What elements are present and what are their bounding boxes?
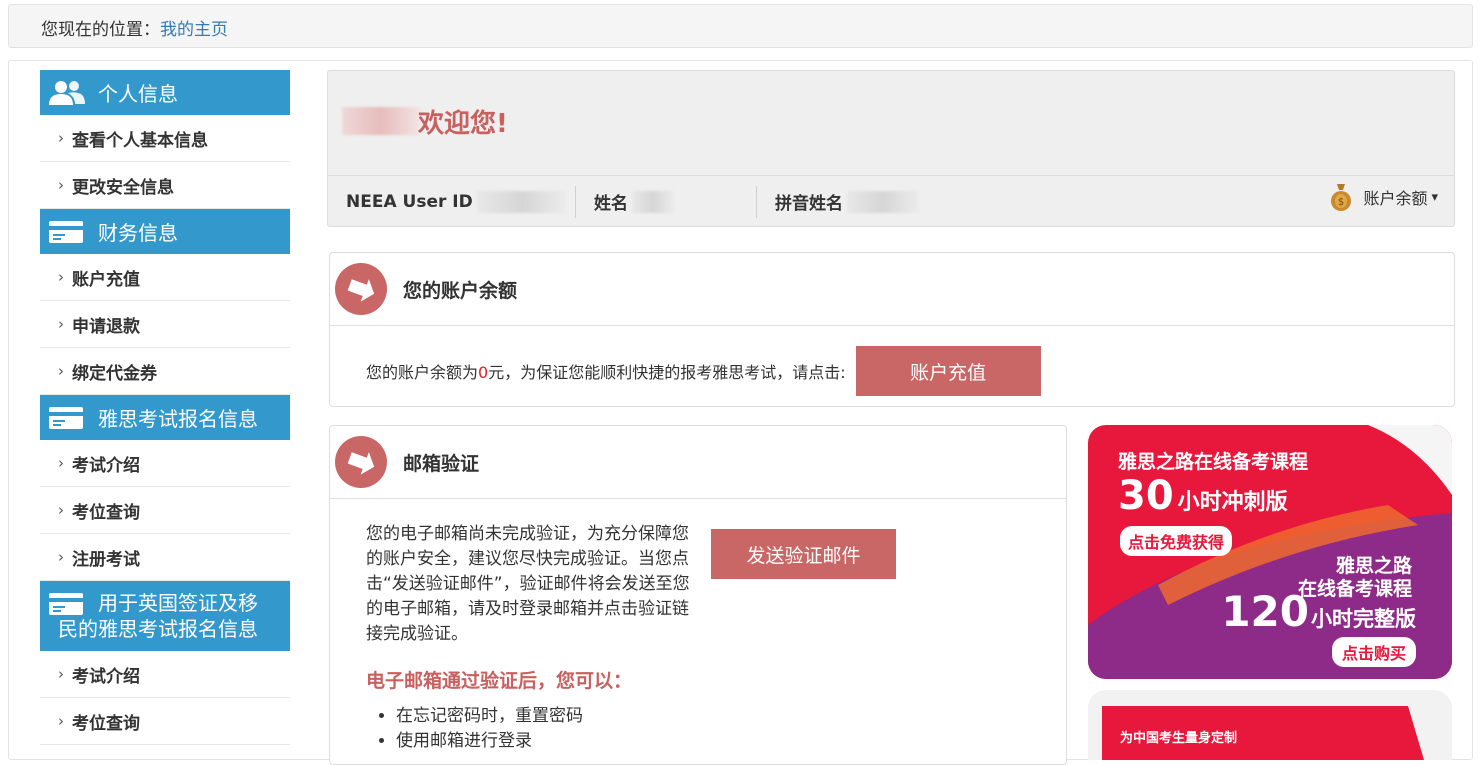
chevron-right-icon: ›	[58, 129, 64, 147]
chevron-right-icon: ›	[58, 176, 64, 194]
sidebar: 个人信息 › 查看个人基本信息 › 更改安全信息 财务信息 › 账户充值 › 申请退款 …	[40, 70, 290, 745]
user-id-field: NEEA User ID	[328, 186, 575, 218]
sidebar-item-ukvi-seat-query[interactable]: › 考位查询	[40, 698, 290, 745]
sidebar-item-label: 账户充值	[72, 269, 140, 290]
card-icon	[49, 220, 83, 243]
sidebar-item-ukvi-exam-intro[interactable]: › 考试介绍	[40, 651, 290, 698]
svg-text:$: $	[1338, 197, 1344, 208]
sidebar-item-register-exam[interactable]: › 注册考试	[40, 534, 290, 581]
ad-hours1: 30	[1118, 473, 1174, 519]
chevron-right-icon: ›	[58, 501, 64, 519]
sidebar-item-label: 绑定代金券	[72, 363, 157, 384]
balance-panel-header: 您的账户余额	[330, 253, 1454, 326]
card-icon	[49, 592, 83, 615]
chevron-right-icon: ›	[58, 665, 64, 683]
user-info-bar: NEEA User ID 姓名 拼音姓名 $ 账户余额 ▾	[328, 175, 1454, 227]
welcome-greeting: 欢迎您!	[418, 109, 508, 139]
sidebar-section-label-line2: 民的雅思考试报名信息	[58, 616, 258, 641]
balance-text-before: 您的账户余额为	[366, 363, 479, 382]
balance-amount: 0	[478, 363, 489, 382]
ad-cta-buy-button[interactable]: 点击购买	[1331, 637, 1416, 667]
balance-body: 您的账户余额为0元，为保证您能顺利快捷的报考雅思考试，请点击: 账户充值	[330, 326, 1454, 396]
sidebar-section-personal[interactable]: 个人信息	[40, 70, 290, 115]
sidebar-item-recharge[interactable]: › 账户充值	[40, 254, 290, 301]
name-field: 姓名	[575, 185, 756, 218]
email-description: 您的电子邮箱尚未完成验证，为充分保障您的账户安全，建议您尽快完成验证。当您点击“…	[366, 524, 690, 644]
caret-down-icon: ▾	[1431, 189, 1438, 205]
ad-cta-free-button[interactable]: 点击免费获得	[1120, 526, 1233, 556]
sidebar-item-label: 注册考试	[72, 549, 140, 570]
chevron-right-icon: ›	[58, 268, 64, 286]
chevron-right-icon: ›	[58, 362, 64, 380]
sidebar-item-view-profile[interactable]: › 查看个人基本信息	[40, 115, 290, 162]
sidebar-item-exam-intro[interactable]: › 考试介绍	[40, 440, 290, 487]
balance-dropdown-label: 账户余额	[1363, 189, 1428, 208]
course-ad-banner[interactable]: 雅思之路在线备考课程 30 小时冲刺版 点击免费获得 雅思之路 在线备考课程 1…	[1088, 425, 1452, 679]
balance-text: 您的账户余额为0元，为保证您能顺利快捷的报考雅思考试，请点击:	[366, 359, 846, 383]
list-item: 使用邮箱进行登录	[396, 729, 583, 754]
sidebar-section-label: 财务信息	[98, 221, 178, 245]
chevron-right-icon: ›	[58, 548, 64, 566]
send-verify-email-button[interactable]: 发送验证邮件	[711, 529, 896, 579]
breadcrumb-label: 您现在的位置：	[41, 20, 160, 40]
sidebar-item-label: 申请退款	[72, 316, 140, 337]
card-icon	[49, 406, 83, 429]
email-panel-title: 邮箱验证	[403, 452, 480, 475]
sidebar-item-seat-query[interactable]: › 考位查询	[40, 487, 290, 534]
balance-panel-title: 您的账户余额	[403, 279, 518, 302]
ad-line2a: 雅思之路	[1335, 555, 1412, 577]
name-label: 姓名	[594, 194, 628, 214]
blurred-user-name	[342, 107, 420, 135]
ad2-background	[1102, 706, 1424, 760]
arrow-right-icon	[335, 263, 387, 315]
welcome-panel: 欢迎您! NEEA User ID 姓名 拼音姓名 $ 账户余额 ▾	[327, 70, 1455, 227]
balance-text-after: 元，为保证您能顺利快捷的报考雅思考试，请点击:	[488, 363, 846, 382]
sidebar-section-ielts[interactable]: 雅思考试报名信息	[40, 395, 290, 440]
chevron-right-icon: ›	[58, 712, 64, 730]
sidebar-item-label: 考位查询	[72, 502, 140, 523]
blurred-user-id	[476, 190, 567, 213]
ad-version2: 小时完整版	[1311, 607, 1416, 631]
ad-line1: 雅思之路在线备考课程	[1118, 451, 1309, 473]
sidebar-item-label: 考试介绍	[72, 455, 140, 476]
ad-hours2: 120	[1221, 587, 1309, 636]
list-item: 在忘记密码时，重置密码	[396, 704, 583, 729]
pinyin-field: 拼音姓名	[756, 185, 1056, 218]
recharge-button[interactable]: 账户充值	[855, 346, 1041, 396]
sidebar-section-ukvi[interactable]: 用于英国签证及移 民的雅思考试报名信息	[40, 581, 290, 651]
ad-banner-2[interactable]: 为中国考生量身定制	[1088, 690, 1452, 760]
sidebar-item-label: 考试介绍	[72, 666, 140, 687]
users-icon	[49, 80, 85, 105]
balance-dropdown[interactable]: $ 账户余额 ▾	[1329, 182, 1438, 212]
balance-panel: 您的账户余额 您的账户余额为0元，为保证您能顺利快捷的报考雅思考试，请点击: 账…	[329, 252, 1455, 407]
sidebar-section-label: 个人信息	[98, 82, 178, 106]
blurred-name	[632, 190, 674, 213]
pinyin-label: 拼音姓名	[775, 194, 843, 214]
ad2-text: 为中国考生量身定制	[1120, 731, 1238, 746]
email-benefits-title: 电子邮箱通过验证后，您可以：	[366, 670, 633, 692]
arrow-right-icon	[335, 436, 387, 488]
breadcrumb: 您现在的位置：我的主页	[8, 4, 1473, 48]
chevron-right-icon: ›	[58, 454, 64, 472]
sidebar-section-label: 雅思考试报名信息	[98, 407, 258, 431]
user-id-label: NEEA User ID	[346, 191, 473, 212]
sidebar-section-label: 用于英国签证及移	[98, 591, 258, 615]
sidebar-item-refund[interactable]: › 申请退款	[40, 301, 290, 348]
sidebar-item-label: 考位查询	[72, 713, 140, 734]
email-verify-panel: 邮箱验证 您的电子邮箱尚未完成验证，为充分保障您的账户安全，建议您尽快完成验证。…	[329, 425, 1067, 765]
ad-offer1: 30 小时冲刺版	[1118, 473, 1288, 519]
chevron-right-icon: ›	[58, 315, 64, 333]
breadcrumb-home-link[interactable]: 我的主页	[160, 20, 228, 40]
sidebar-item-label: 查看个人基本信息	[72, 130, 208, 151]
ad-offer2: 120 小时完整版	[1221, 587, 1416, 636]
sidebar-item-label: 更改安全信息	[72, 177, 174, 198]
blurred-pinyin	[847, 190, 919, 213]
sidebar-section-finance[interactable]: 财务信息	[40, 209, 290, 254]
sidebar-item-security[interactable]: › 更改安全信息	[40, 162, 290, 209]
money-bag-icon: $	[1331, 184, 1352, 211]
email-panel-header: 邮箱验证	[330, 426, 1066, 499]
sidebar-item-voucher[interactable]: › 绑定代金券	[40, 348, 290, 395]
ad-version1: 小时冲刺版	[1177, 490, 1288, 515]
